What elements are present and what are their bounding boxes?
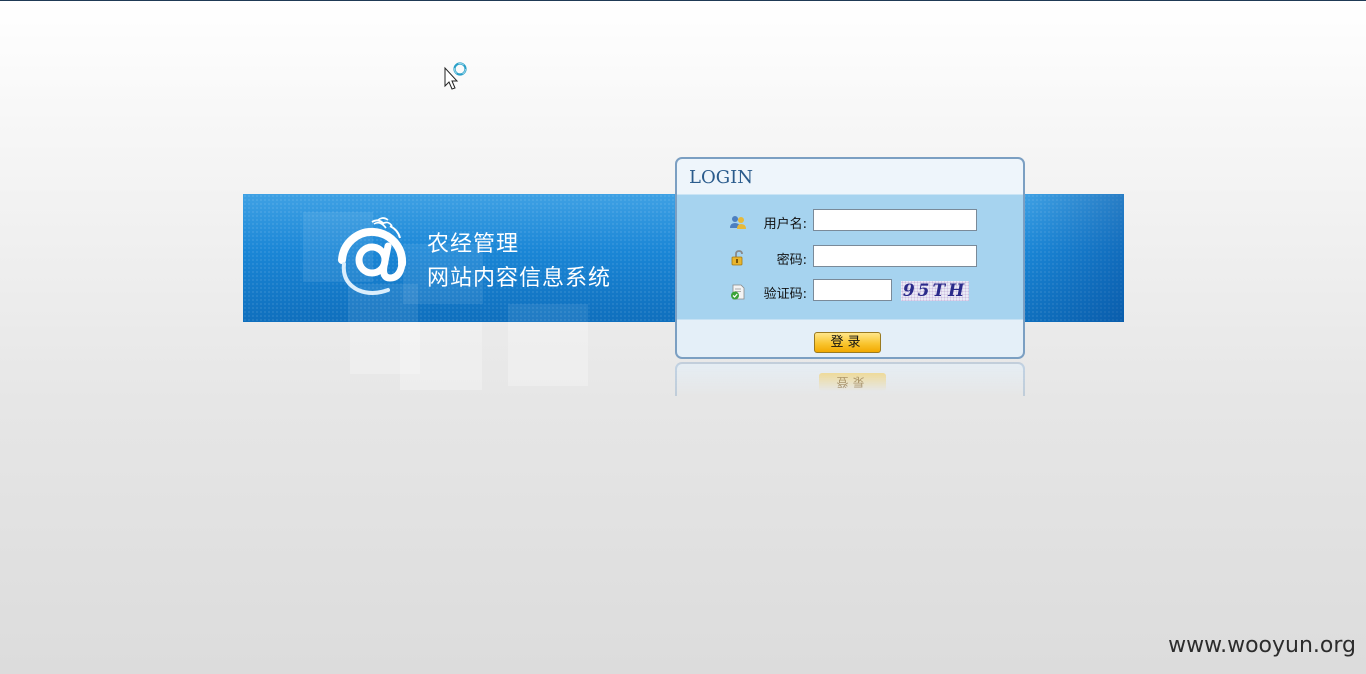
at-wheat-logo-icon bbox=[338, 217, 407, 295]
system-title-line1: 农经管理 bbox=[427, 232, 520, 257]
watermark: www.wooyun.org bbox=[1168, 633, 1356, 658]
banner-shade bbox=[1024, 194, 1124, 322]
busy-cursor-icon bbox=[444, 62, 467, 90]
top-border-line bbox=[0, 0, 1366, 1]
captcha-label: 验证码: bbox=[763, 287, 807, 302]
username-input[interactable] bbox=[813, 209, 977, 231]
username-row: 用户名: bbox=[677, 209, 1023, 235]
username-label: 用户名: bbox=[763, 217, 807, 232]
login-panel: LOGIN 用户名: 密码: 验证码: 95TH 登录 bbox=[675, 157, 1025, 359]
verify-document-icon bbox=[731, 284, 745, 300]
system-title-line2: 网站内容信息系统 bbox=[427, 266, 612, 291]
password-input[interactable] bbox=[813, 245, 977, 267]
users-icon bbox=[730, 216, 746, 229]
system-title: 农经管理 网站内容信息系统 bbox=[427, 228, 611, 296]
login-button-reflection: 登录 bbox=[819, 373, 886, 391]
lock-icon bbox=[731, 250, 743, 266]
password-row: 密码: bbox=[677, 245, 1023, 271]
background-tile bbox=[508, 322, 588, 386]
captcha-image[interactable]: 95TH bbox=[901, 281, 969, 301]
login-button[interactable]: 登录 bbox=[814, 332, 881, 353]
login-panel-reflection: 登录 bbox=[675, 362, 1025, 396]
background-tile bbox=[400, 322, 482, 390]
captcha-row: 验证码: 95TH bbox=[677, 279, 1023, 305]
captcha-input[interactable] bbox=[813, 279, 892, 301]
password-label: 密码: bbox=[776, 253, 807, 268]
login-heading: LOGIN bbox=[689, 167, 753, 188]
banner-tile bbox=[508, 304, 588, 322]
